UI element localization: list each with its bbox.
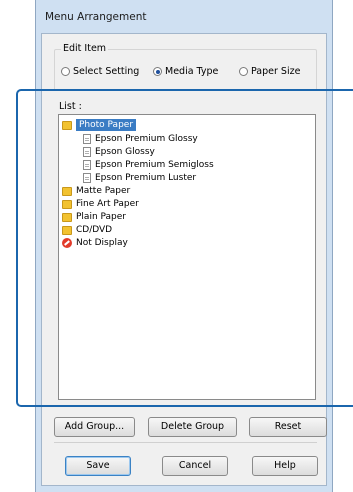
- cancel-button[interactable]: Cancel: [162, 456, 228, 476]
- radio-dot: [239, 67, 248, 76]
- edit-item-radio-row: Select Setting Media Type Paper Size: [61, 66, 312, 77]
- list-callout-frame: [16, 89, 353, 407]
- edit-item-group: Edit Item Select Setting Media Type Pape…: [54, 43, 317, 91]
- radio-dot: [153, 67, 162, 76]
- delete-group-button[interactable]: Delete Group: [148, 417, 237, 437]
- radio-label: Select Setting: [73, 66, 140, 77]
- radio-select-setting[interactable]: Select Setting: [61, 66, 153, 77]
- save-button[interactable]: Save: [65, 456, 131, 476]
- help-button[interactable]: Help: [252, 456, 318, 476]
- radio-paper-size[interactable]: Paper Size: [239, 66, 300, 77]
- radio-label: Media Type: [165, 66, 219, 77]
- reset-button[interactable]: Reset: [249, 417, 327, 437]
- button-separator: [54, 442, 317, 443]
- window-title: Menu Arrangement: [45, 11, 147, 23]
- add-group-button[interactable]: Add Group...: [54, 417, 135, 437]
- radio-label: Paper Size: [251, 66, 301, 77]
- edit-item-label: Edit Item: [61, 43, 109, 54]
- radio-dot: [61, 67, 70, 76]
- radio-media-type[interactable]: Media Type: [153, 66, 239, 77]
